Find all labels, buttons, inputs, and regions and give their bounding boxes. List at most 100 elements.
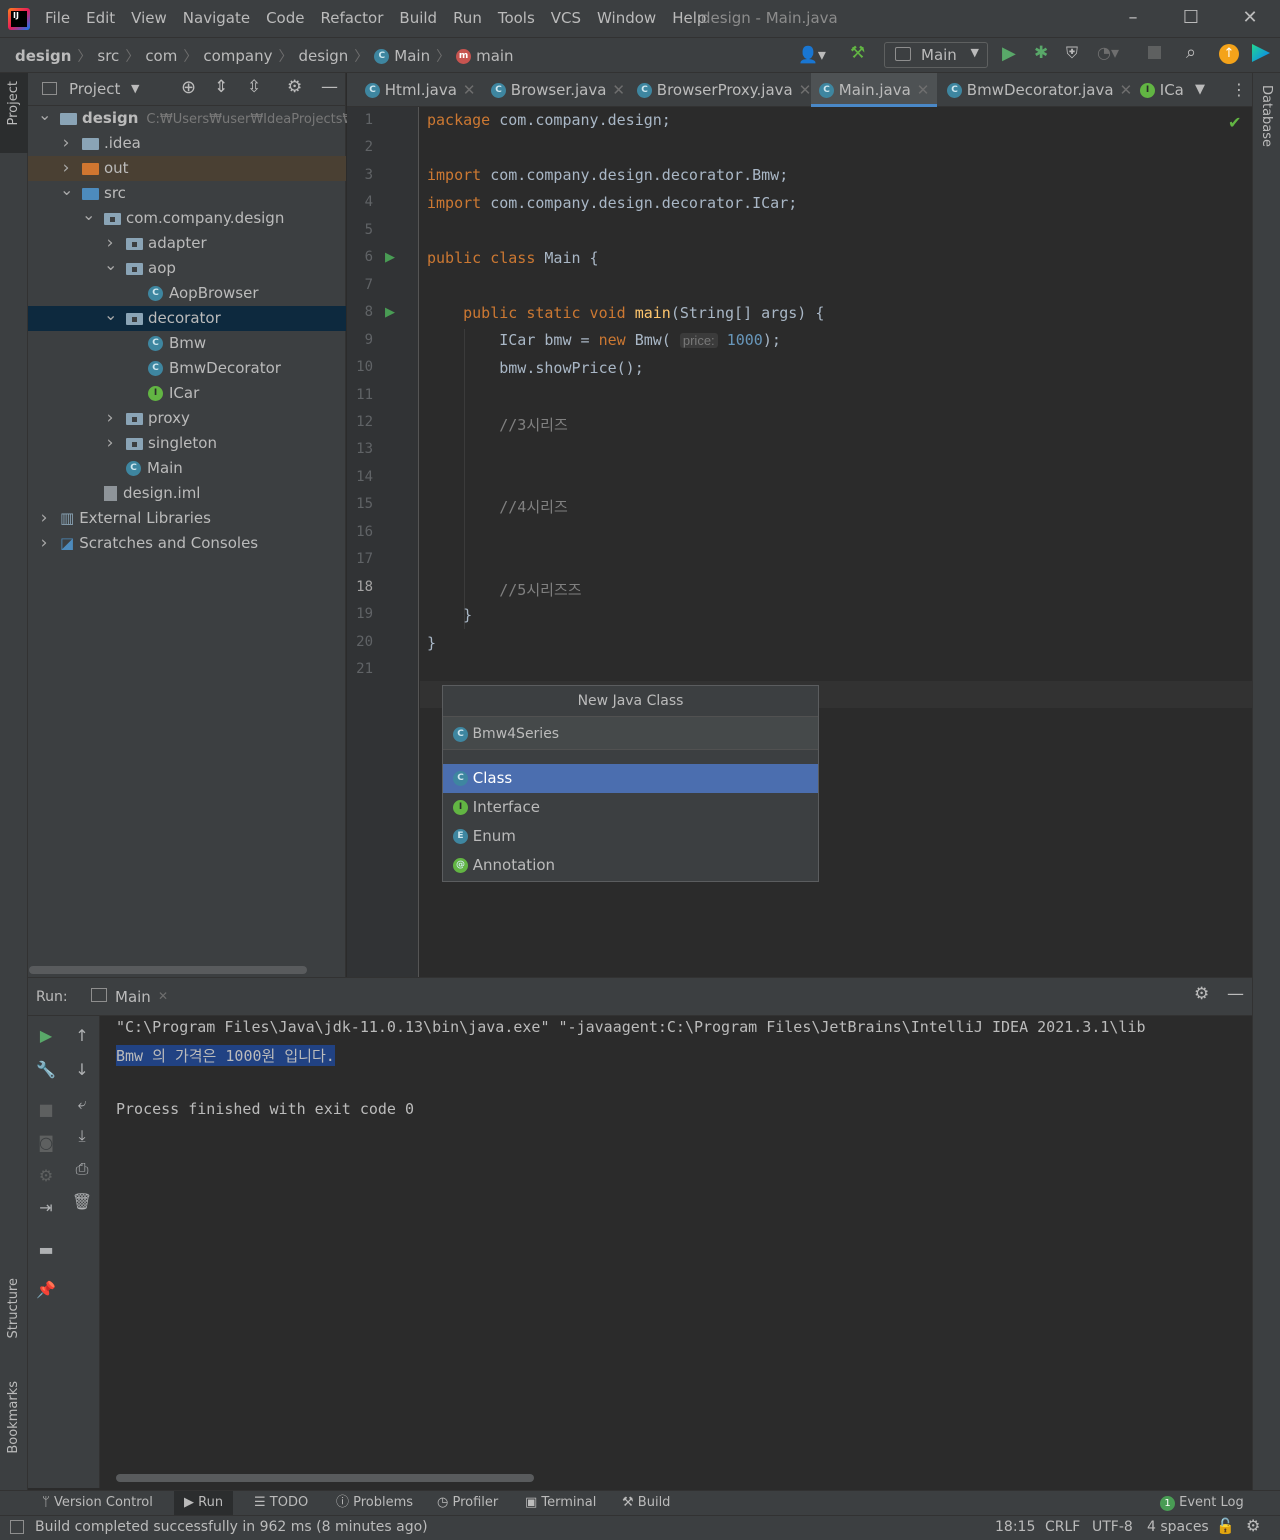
tab-browser-java[interactable]: C Browser.java ✕ xyxy=(491,73,625,107)
tab-browserproxy-java[interactable]: C BrowserProxy.java ✕ xyxy=(637,73,811,107)
stop-icon[interactable]: ■ xyxy=(34,1098,58,1122)
rerun-icon[interactable]: ▶ xyxy=(34,1024,58,1048)
tree-item-scratches-and-consoles[interactable]: › ◪ Scratches and Consoles xyxy=(28,531,346,556)
project-tool-tab[interactable]: Project xyxy=(6,81,21,125)
run-method-icon[interactable]: ▶ xyxy=(385,305,395,320)
gear-icon[interactable]: ⚙ xyxy=(1194,984,1209,1004)
layout-icon[interactable]: ▬ xyxy=(34,1238,58,1262)
debug-icon[interactable]: ✱ xyxy=(1034,43,1048,63)
user-icon[interactable]: 👤▾ xyxy=(798,45,826,64)
tab-build[interactable]: ⚒ Build xyxy=(622,1491,670,1516)
tree-item-decorator[interactable]: ⌄ decorator xyxy=(28,305,346,331)
menu-navigate[interactable]: Navigate xyxy=(183,9,250,27)
breadcrumb-design[interactable]: design xyxy=(15,47,71,65)
popup-item-annotation[interactable]: @ Annotation xyxy=(443,851,818,880)
bookmarks-tool-tab[interactable]: Bookmarks xyxy=(6,1381,21,1454)
scroll-to-end-icon[interactable]: ⤓ xyxy=(70,1124,94,1148)
up-arrow-icon[interactable]: ↑ xyxy=(70,1024,94,1048)
chevron-down-icon[interactable]: ▼ xyxy=(1195,73,1205,107)
build-hammer-icon[interactable]: ⚒ xyxy=(850,43,865,63)
caret-position[interactable]: 18:15 xyxy=(995,1519,1035,1535)
close-tab-icon[interactable]: ✕ xyxy=(917,81,930,99)
breadcrumb-company[interactable]: company xyxy=(203,47,272,65)
inspection-icon[interactable]: ⚙ xyxy=(1246,1516,1260,1535)
pin-icon[interactable]: 📌 xyxy=(34,1278,58,1302)
close-tab-icon[interactable]: ✕ xyxy=(1120,81,1133,99)
maximize-icon[interactable]: ☐ xyxy=(1179,6,1203,30)
close-tab-icon[interactable]: ✕ xyxy=(612,81,625,99)
hide-icon[interactable]: — xyxy=(321,77,338,97)
gear-icon[interactable]: ⚙ xyxy=(287,77,302,97)
expand-all-icon[interactable]: ⇕ xyxy=(214,77,228,97)
tree-item-design-iml[interactable]: design.iml xyxy=(28,481,346,506)
chevron-right-icon[interactable]: › xyxy=(38,506,50,531)
menu-edit[interactable]: Edit xyxy=(86,9,115,27)
tree-item-singleton[interactable]: › singleton xyxy=(28,431,346,456)
stop-icon[interactable] xyxy=(1148,46,1161,59)
database-tool-tab[interactable]: Database xyxy=(1259,85,1274,147)
breadcrumb-design-pkg[interactable]: design xyxy=(299,47,349,65)
print-icon[interactable]: ⎙ xyxy=(70,1157,94,1181)
line-separator[interactable]: CRLF xyxy=(1045,1519,1080,1535)
camera-icon[interactable]: ◙ xyxy=(34,1131,58,1155)
breadcrumb-src[interactable]: src xyxy=(97,47,119,65)
down-arrow-icon[interactable]: ↓ xyxy=(70,1058,94,1082)
lock-icon[interactable]: 🔓 xyxy=(1216,1517,1235,1535)
popup-item-enum[interactable]: E Enum xyxy=(443,822,818,851)
settings-icon[interactable]: ⚙ xyxy=(34,1164,58,1188)
menu-run[interactable]: Run xyxy=(453,9,482,27)
tab-terminal[interactable]: ▣ Terminal xyxy=(525,1491,596,1516)
chevron-right-icon[interactable]: › xyxy=(104,431,116,456)
trash-icon[interactable]: 🗑 xyxy=(70,1190,94,1214)
horizontal-scrollbar[interactable] xyxy=(29,966,307,974)
chevron-down-icon[interactable]: ⌄ xyxy=(38,102,51,127)
more-icon[interactable]: ⋮ xyxy=(1231,73,1247,107)
chevron-right-icon[interactable]: › xyxy=(104,406,116,431)
tab-version-control[interactable]: ᛘ Version Control xyxy=(42,1491,153,1516)
close-icon[interactable]: ✕ xyxy=(1238,6,1262,30)
profile-icon[interactable]: ◔▾ xyxy=(1097,43,1119,62)
minimize-icon[interactable]: – xyxy=(1121,6,1145,30)
close-tab-icon[interactable]: ✕ xyxy=(158,989,168,1003)
tree-item--idea[interactable]: › .idea xyxy=(28,131,346,156)
search-icon[interactable]: ⌕ xyxy=(1186,42,1196,63)
tab-html-java[interactable]: C Html.java ✕ xyxy=(365,73,476,107)
tree-item-adapter[interactable]: › adapter xyxy=(28,231,346,256)
tab-icar-java[interactable]: I ICa xyxy=(1140,73,1184,107)
locate-icon[interactable]: ⊕ xyxy=(181,77,196,98)
wrench-icon[interactable]: 🔧 xyxy=(34,1058,58,1082)
collapse-all-icon[interactable]: ⇳ xyxy=(247,77,261,97)
update-icon[interactable]: ↑ xyxy=(1219,44,1239,64)
console-output[interactable]: "C:\Program Files\Java\jdk-11.0.13\bin\j… xyxy=(116,1016,1146,1118)
tree-item-external-libraries[interactable]: › ▥ External Libraries xyxy=(28,506,346,531)
tree-item-bmwdecorator[interactable]: C BmwDecorator xyxy=(28,356,346,381)
file-encoding[interactable]: UTF-8 xyxy=(1092,1519,1133,1535)
tree-item-design[interactable]: ⌄ design C:₩Users₩user₩IdeaProjects₩d xyxy=(28,105,364,131)
chevron-down-icon[interactable]: ⌄ xyxy=(104,252,117,277)
tree-item-src[interactable]: ⌄ src xyxy=(28,180,346,206)
menu-vcs[interactable]: VCS xyxy=(551,9,581,27)
chevron-down-icon[interactable]: ⌄ xyxy=(82,202,95,227)
chevron-down-icon[interactable]: ⌄ xyxy=(60,177,73,202)
menu-refactor[interactable]: Refactor xyxy=(320,9,383,27)
horizontal-scrollbar[interactable] xyxy=(116,1474,534,1482)
hide-icon[interactable]: — xyxy=(1227,984,1244,1004)
tab-run[interactable]: ▶ Run xyxy=(174,1491,234,1516)
tab-main-java[interactable]: C Main.java ✕ xyxy=(811,73,938,107)
run-tab-main[interactable]: Main xyxy=(115,988,151,1006)
class-name-input[interactable]: C Bmw4Series xyxy=(443,717,818,750)
tree-item-out[interactable]: › out xyxy=(28,156,346,181)
popup-item-interface[interactable]: I Interface xyxy=(443,793,818,822)
tab-problems[interactable]: ⓘ Problems xyxy=(336,1491,413,1516)
breadcrumb-main[interactable]: Main xyxy=(394,47,430,65)
menu-view[interactable]: View xyxy=(131,9,167,27)
run-icon[interactable]: ▶ xyxy=(1002,43,1016,64)
event-log-button[interactable]: 1 Event Log xyxy=(1160,1491,1244,1516)
tree-item-com-company-design[interactable]: ⌄ com.company.design xyxy=(28,205,346,231)
tab-todo[interactable]: ☰ TODO xyxy=(254,1491,308,1516)
run-configuration-select[interactable]: Main ▼ xyxy=(884,42,988,68)
menu-window[interactable]: Window xyxy=(597,9,656,27)
code-with-me-icon[interactable] xyxy=(1252,44,1270,62)
tab-bmwdecorator-java[interactable]: C BmwDecorator.java ✕ xyxy=(947,73,1132,107)
chevron-down-icon[interactable]: ▼ xyxy=(131,82,139,95)
